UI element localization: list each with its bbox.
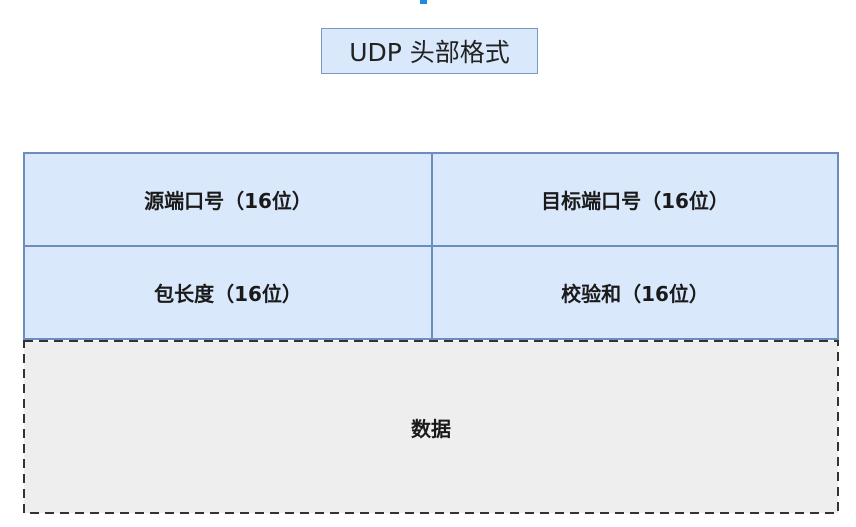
source-port-label: 源端口号（16位）	[144, 189, 312, 213]
length-label: 包长度（16位）	[154, 282, 302, 306]
dest-port-label: 目标端口号（16位）	[541, 189, 729, 213]
checksum-label: 校验和（16位）	[561, 282, 709, 306]
data-label: 数据	[411, 416, 451, 441]
